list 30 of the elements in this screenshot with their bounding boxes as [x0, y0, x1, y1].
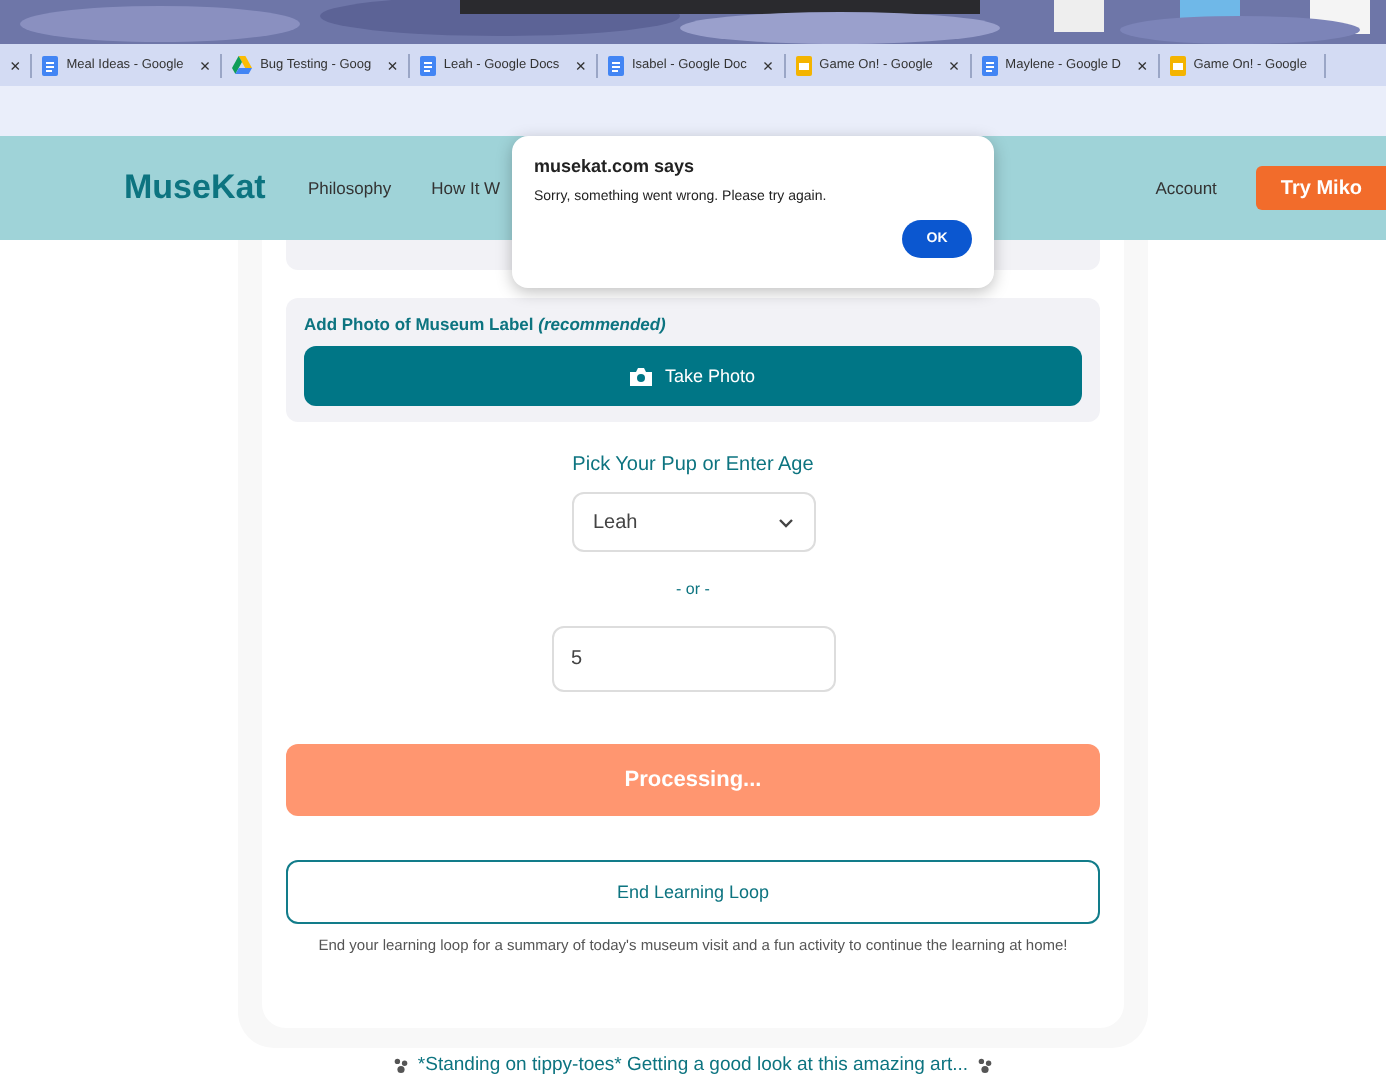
document-icon [981, 55, 998, 75]
account-link[interactable]: Account [1155, 178, 1217, 198]
close-icon[interactable]: × [387, 55, 398, 75]
close-icon[interactable]: × [762, 55, 774, 75]
slides-icon [1169, 55, 1186, 75]
close-icon[interactable]: × [575, 55, 586, 75]
end-loop-button[interactable]: End Learning Loop [286, 860, 1100, 924]
nav-link[interactable]: Philosophy [308, 178, 392, 198]
or-divider: - or - [676, 580, 710, 598]
nav-link[interactable]: How It W [431, 178, 501, 198]
document-icon [419, 55, 436, 75]
paw-icon [391, 1055, 410, 1074]
pup-heading: Pick Your Pup or Enter Age [572, 454, 814, 476]
pup-select[interactable]: Leah [571, 492, 815, 552]
slides-icon [795, 55, 812, 75]
status-message: *Standing on tippy-toes* Getting a good look at this amazing art... [417, 1054, 969, 1076]
close-icon[interactable]: × [199, 55, 211, 75]
close-icon[interactable]: × [948, 55, 960, 75]
photo-label: Add Photo of Museum Label (recommended) [304, 314, 668, 334]
triangle-icon [232, 56, 253, 74]
take-photo-button[interactable]: Take Photo [304, 346, 1082, 406]
document-icon [42, 55, 59, 75]
camera-icon [630, 367, 653, 385]
age-field[interactable]: 5 [551, 626, 835, 692]
document-icon [607, 55, 624, 75]
close-icon[interactable]: × [1136, 55, 1148, 75]
paw-icon [976, 1055, 995, 1074]
dialog-title: musekat.com says [534, 156, 697, 176]
chevron-icon [777, 517, 793, 527]
close-icon[interactable]: × [10, 55, 21, 75]
